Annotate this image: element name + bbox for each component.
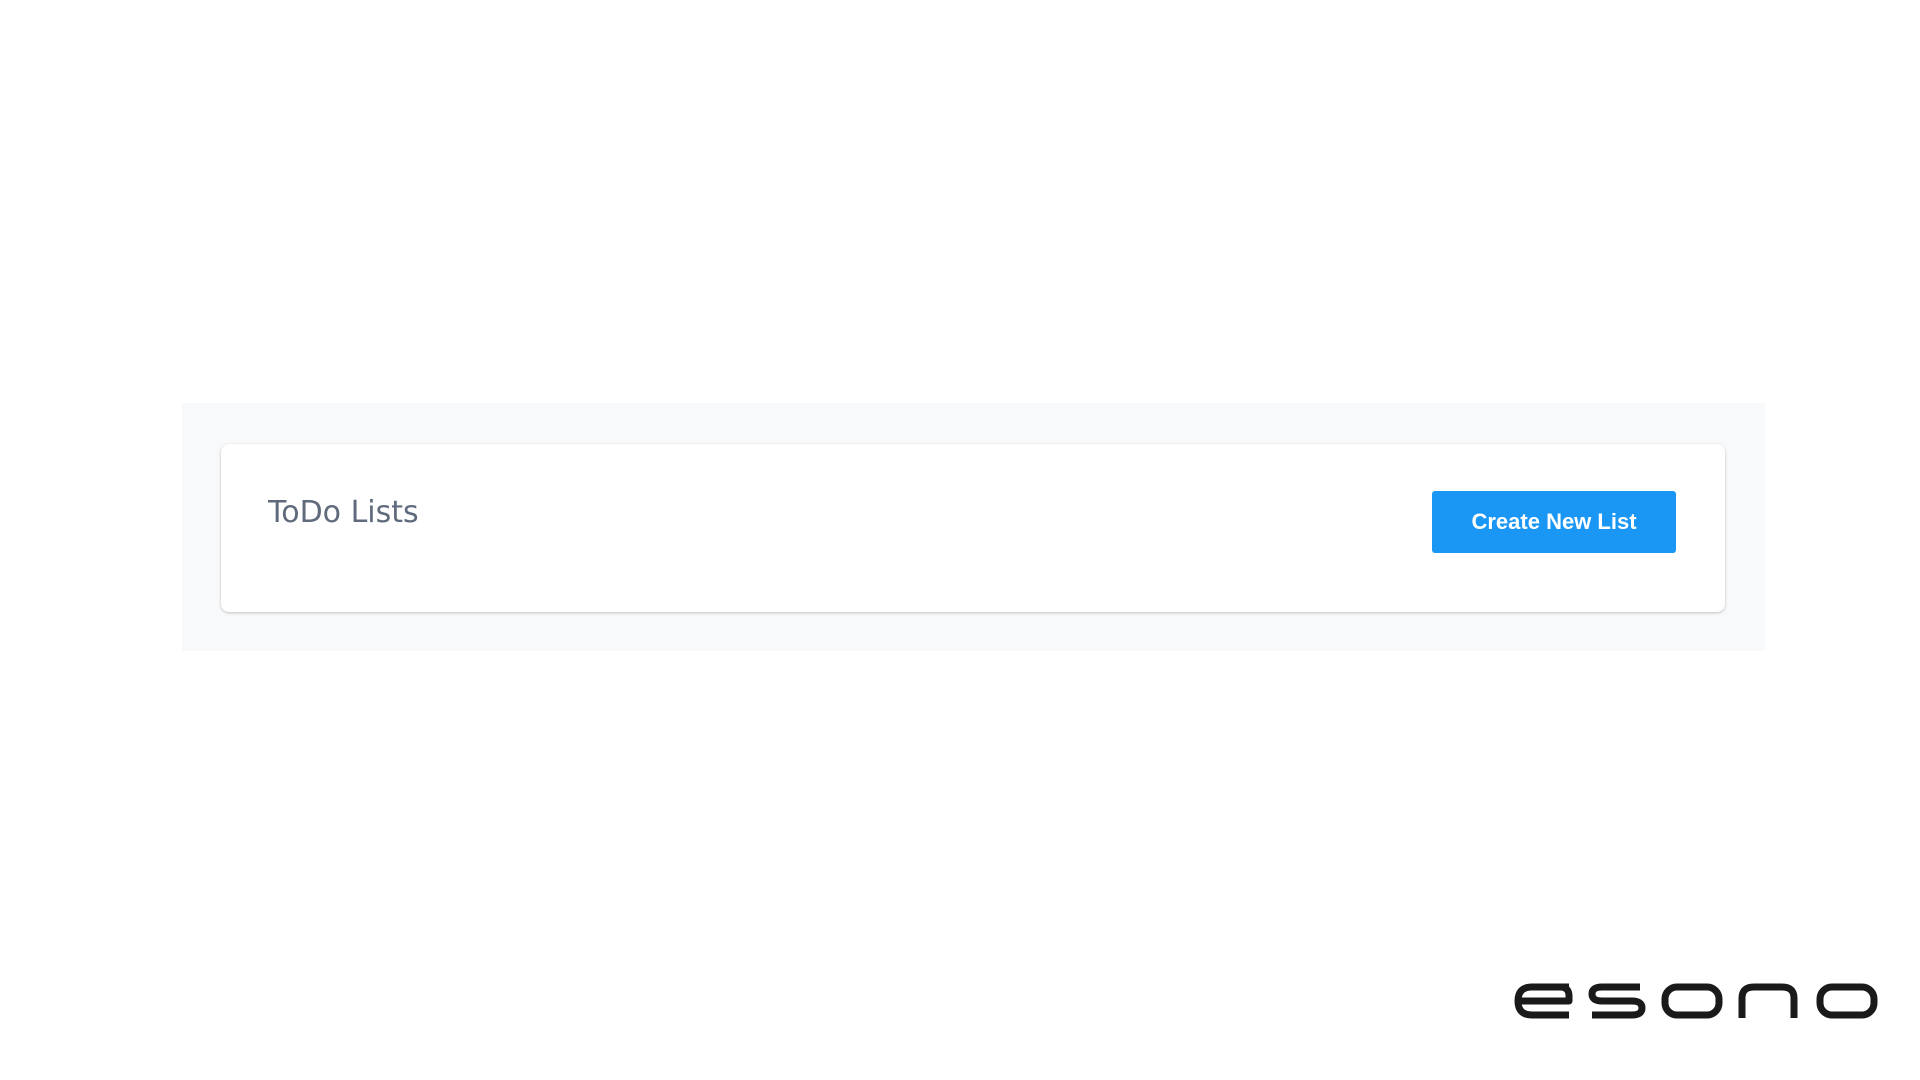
page: ToDo Lists Create New List xyxy=(0,0,1920,1080)
page-title: ToDo Lists xyxy=(268,495,419,530)
create-new-list-button[interactable]: Create New List xyxy=(1432,491,1676,553)
todo-lists-panel: ToDo Lists Create New List xyxy=(182,403,1765,651)
esono-logo xyxy=(1514,983,1878,1019)
todo-lists-card: ToDo Lists Create New List xyxy=(221,444,1725,612)
